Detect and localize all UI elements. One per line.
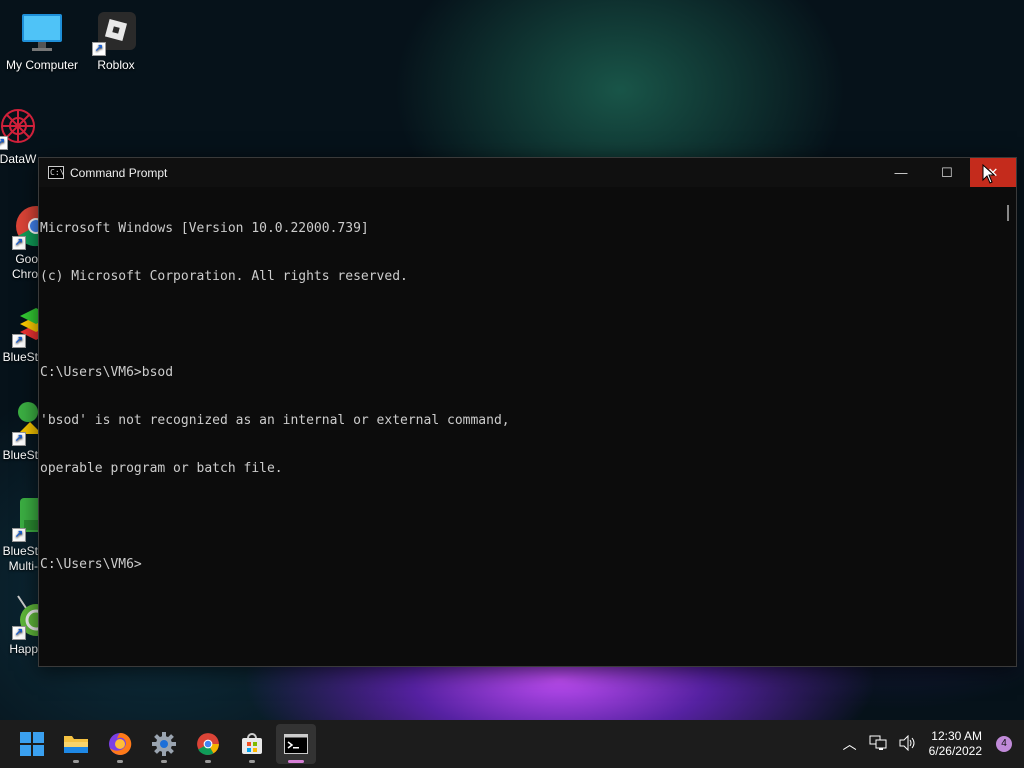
running-indicator bbox=[117, 760, 123, 763]
mouse-pointer-icon bbox=[982, 164, 996, 184]
desktop-icon-label: BlueSt bbox=[2, 448, 38, 462]
console-line: 'bsod' is not recognized as an internal … bbox=[40, 413, 510, 428]
clock-time: 12:30 AM bbox=[931, 729, 982, 743]
chrome-icon bbox=[197, 733, 219, 755]
terminal-icon: C:\ bbox=[48, 166, 65, 179]
shortcut-arrow-icon: ↗ bbox=[12, 236, 26, 250]
taskbar-command-prompt[interactable] bbox=[276, 724, 316, 764]
running-indicator bbox=[205, 760, 211, 763]
roblox-icon: ↗ bbox=[92, 10, 138, 56]
notification-badge[interactable]: 4 bbox=[996, 736, 1012, 752]
speaker-icon[interactable] bbox=[899, 734, 917, 754]
desktop-icon-datawrangler[interactable]: ↗ DataW bbox=[0, 104, 40, 167]
console-line: (c) Microsoft Corporation. All rights re… bbox=[40, 269, 408, 284]
clock-date: 6/26/2022 bbox=[928, 744, 982, 758]
running-indicator bbox=[161, 760, 167, 763]
desktop-icon-label: BlueSt Multi- bbox=[2, 544, 38, 573]
happ-icon: ↗ bbox=[12, 594, 38, 640]
desktop-icon-label: Happ bbox=[9, 642, 38, 656]
scrollbar-thumb[interactable] bbox=[1007, 205, 1009, 221]
windows-logo-icon bbox=[20, 732, 44, 756]
desktop-icon-label: My Computer bbox=[5, 58, 79, 72]
command-prompt-window[interactable]: C:\ Command Prompt — ☐ ✕ Microsoft Windo… bbox=[38, 157, 1017, 667]
desktop-icon-bluestacks-multi-instance[interactable]: ↗ BlueSt Multi- bbox=[0, 496, 38, 574]
shortcut-arrow-icon: ↗ bbox=[12, 626, 26, 640]
console-line: Microsoft Windows [Version 10.0.22000.73… bbox=[40, 221, 369, 236]
vertical-scrollbar[interactable] bbox=[1000, 187, 1016, 666]
desktop-icon-happ[interactable]: ↗ Happ bbox=[0, 594, 38, 657]
desktop-icon-roblox[interactable]: ↗ Roblox bbox=[74, 10, 158, 73]
terminal-icon bbox=[284, 734, 308, 754]
console-line: operable program or batch file. bbox=[40, 461, 283, 476]
chevron-up-icon[interactable]: ︿ bbox=[843, 734, 857, 754]
taskbar-chrome[interactable] bbox=[188, 724, 228, 764]
running-indicator bbox=[73, 760, 79, 763]
desktop-icon-google-chrome[interactable]: ↗ Goo Chro bbox=[0, 204, 38, 282]
taskbar: ︿ 12:30 AM 6/26/2022 4 bbox=[0, 720, 1024, 768]
system-tray: ︿ 12:30 AM 6/26/2022 4 bbox=[843, 720, 1024, 768]
console-line: C:\Users\VM6>bsod bbox=[40, 365, 174, 380]
window-titlebar[interactable]: C:\ Command Prompt — ☐ ✕ bbox=[39, 158, 1016, 187]
running-indicator bbox=[249, 760, 255, 763]
shortcut-arrow-icon: ↗ bbox=[0, 136, 8, 150]
gear-icon bbox=[152, 732, 176, 756]
desktop-icon-bluestacks-x[interactable]: ↗ BlueSt bbox=[0, 400, 38, 463]
chrome-icon: ↗ bbox=[12, 204, 38, 250]
taskbar-firefox[interactable] bbox=[100, 724, 140, 764]
shortcut-arrow-icon: ↗ bbox=[92, 42, 106, 56]
store-icon bbox=[242, 733, 262, 754]
console-output[interactable]: Microsoft Windows [Version 10.0.22000.73… bbox=[39, 187, 1000, 666]
network-icon[interactable] bbox=[869, 735, 887, 754]
minimize-button[interactable]: — bbox=[878, 158, 924, 187]
clock[interactable]: 12:30 AM 6/26/2022 bbox=[929, 729, 982, 759]
bluestacks-icon: ↗ bbox=[12, 302, 38, 348]
window-title: Command Prompt bbox=[70, 165, 168, 180]
console-prompt-line[interactable]: C:\Users\VM6> bbox=[40, 557, 1000, 573]
taskbar-microsoft-store[interactable] bbox=[232, 724, 272, 764]
taskbar-settings[interactable] bbox=[144, 724, 184, 764]
desktop-icon-label: BlueSt bbox=[2, 350, 38, 364]
shortcut-arrow-icon: ↗ bbox=[12, 334, 26, 348]
desktop-icon-label: DataW bbox=[0, 152, 37, 166]
folder-icon bbox=[64, 736, 88, 753]
start-button[interactable] bbox=[12, 724, 52, 764]
bluestacks-x-icon: ↗ bbox=[12, 400, 38, 446]
bluestacks-multi-icon: ↗ bbox=[12, 496, 38, 542]
desktop-icon-my-computer[interactable]: My Computer bbox=[0, 10, 84, 73]
datawrangler-icon: ↗ bbox=[0, 104, 40, 150]
monitor-icon bbox=[20, 10, 64, 54]
firefox-icon bbox=[109, 732, 132, 755]
desktop-icon-label: Goo Chro bbox=[11, 252, 38, 281]
desktop-icon-label: Roblox bbox=[97, 58, 135, 72]
desktop-icon-bluestacks[interactable]: ↗ BlueSt bbox=[0, 302, 38, 365]
running-indicator bbox=[288, 760, 304, 763]
taskbar-file-explorer[interactable] bbox=[56, 724, 96, 764]
shortcut-arrow-icon: ↗ bbox=[12, 528, 26, 542]
shortcut-arrow-icon: ↗ bbox=[12, 432, 26, 446]
maximize-button[interactable]: ☐ bbox=[924, 158, 970, 187]
